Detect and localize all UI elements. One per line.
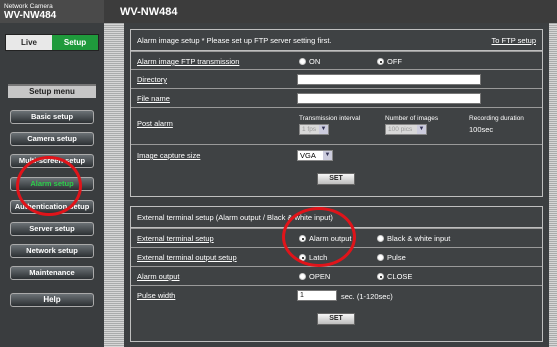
close-opt-label: CLOSE <box>387 272 413 281</box>
highlight-circle-ext-terminal <box>282 207 356 267</box>
post-alarm-label: Post alarm <box>137 119 173 128</box>
open-opt-label: OPEN <box>309 272 331 281</box>
capture-size-value: VGA <box>300 151 316 160</box>
file-name-input[interactable] <box>297 93 481 104</box>
menu-basic-setup[interactable]: Basic setup <box>10 110 94 124</box>
radio-dot-icon <box>377 58 384 65</box>
radio-dot-icon <box>377 254 384 261</box>
directory-row: Directory <box>131 69 542 88</box>
alarm-image-title: Alarm image setup * Please set up FTP se… <box>137 36 332 45</box>
setup-button[interactable]: Setup <box>52 35 98 50</box>
divider-stripe-right <box>549 23 557 347</box>
radio-dot-icon <box>299 273 306 280</box>
live-setup-toggle: Live Setup <box>5 34 99 51</box>
capture-size-row: Image capture size VGA ▼ <box>131 144 542 166</box>
alarm-image-panel: Alarm image setup * Please set up FTP se… <box>130 29 543 197</box>
alarm-output-label: Alarm output <box>137 272 180 281</box>
output-setup-label: External terminal output setup <box>137 253 237 262</box>
divider-stripe <box>104 23 124 347</box>
ftp-on-radio[interactable]: ON <box>299 57 320 66</box>
directory-label: Directory <box>137 75 168 84</box>
menu-server-setup[interactable]: Server setup <box>10 222 94 236</box>
post-alarm-row: Post alarm Transmission interval Number … <box>131 107 542 144</box>
bw-input-opt-label: Black & white input <box>387 234 451 243</box>
duration-value: 100sec <box>469 125 494 134</box>
alarm-image-header: Alarm image setup * Please set up FTP se… <box>131 30 542 51</box>
live-button[interactable]: Live <box>6 35 52 50</box>
directory-input[interactable] <box>297 74 481 85</box>
pulse-width-label: Pulse width <box>137 291 176 300</box>
radio-dot-icon <box>377 273 384 280</box>
file-name-row: File name <box>131 88 542 107</box>
pulse-radio[interactable]: Pulse <box>377 253 406 262</box>
pulse-width-input[interactable]: 1 <box>297 290 337 301</box>
duration-header: Recording duration <box>469 115 524 122</box>
radio-dot-icon <box>377 235 384 242</box>
ftp-on-label: ON <box>309 57 321 66</box>
ftp-off-radio[interactable]: OFF <box>377 57 402 66</box>
model-name: WV-NW484 <box>4 10 57 21</box>
menu-network-setup[interactable]: Network setup <box>10 244 94 258</box>
alarm-output-row: Alarm output OPEN CLOSE <box>131 266 542 285</box>
num-images-value: 100 pics <box>388 126 413 133</box>
pulse-width-unit: sec. (1-120sec) <box>341 292 393 301</box>
help-button[interactable]: Help <box>10 293 94 307</box>
ftp-transmission-label: Alarm image FTP transmission <box>137 57 240 66</box>
close-radio[interactable]: CLOSE <box>377 272 412 281</box>
main-content: Alarm image setup * Please set up FTP se… <box>124 23 549 347</box>
menu-camera-setup[interactable]: Camera setup <box>10 132 94 146</box>
pulse-opt-label: Pulse <box>387 253 406 262</box>
interval-select[interactable]: 1 fps ▼ <box>299 124 329 135</box>
highlight-circle-alarm-setup <box>16 156 82 216</box>
ftp-off-label: OFF <box>387 57 402 66</box>
radio-dot-icon <box>299 58 306 65</box>
num-images-select[interactable]: 100 pics ▼ <box>385 124 427 135</box>
ext-terminal-set-button[interactable]: SET <box>317 313 355 325</box>
chevron-down-icon: ▼ <box>417 125 426 134</box>
ftp-setup-link[interactable]: To FTP setup <box>492 36 536 45</box>
capture-size-select[interactable]: VGA ▼ <box>297 150 333 161</box>
setup-menu-title: Setup menu <box>8 84 96 98</box>
interval-header: Transmission interval <box>299 115 361 122</box>
bw-input-radio[interactable]: Black & white input <box>377 234 450 243</box>
ext-setup-label: External terminal setup <box>137 234 214 243</box>
num-images-header: Number of images <box>385 115 439 122</box>
chevron-down-icon: ▼ <box>323 151 332 160</box>
ftp-transmission-row: Alarm image FTP transmission ON OFF <box>131 51 542 69</box>
menu-maintenance[interactable]: Maintenance <box>10 266 94 280</box>
alarm-image-set-button[interactable]: SET <box>317 173 355 185</box>
page-title: WV-NW484 <box>104 0 557 23</box>
chevron-down-icon: ▼ <box>319 125 328 134</box>
interval-value: 1 fps <box>302 126 317 133</box>
pulse-width-row: Pulse width 1 sec. (1-120sec) <box>131 285 542 305</box>
product-line: Network Camera <box>4 3 53 10</box>
capture-size-label: Image capture size <box>137 151 201 160</box>
open-radio[interactable]: OPEN <box>299 272 330 281</box>
logo-block: Network Camera WV-NW484 <box>0 0 104 23</box>
file-name-label: File name <box>137 94 170 103</box>
